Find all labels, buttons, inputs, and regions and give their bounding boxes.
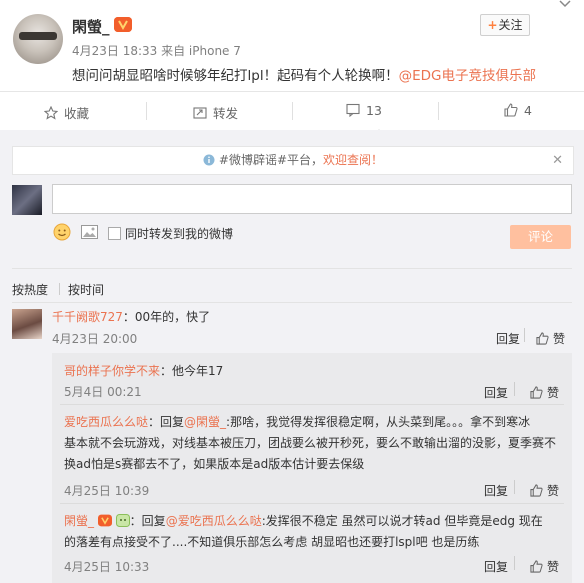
- like-button[interactable]: 赞: [530, 558, 559, 575]
- reply-time: 4月25日 10:33: [64, 560, 150, 574]
- post-meta: 4月23日 18:33 来自 iPhone 7: [72, 44, 241, 58]
- chevron-down-icon[interactable]: [559, 0, 571, 10]
- reply-time: 5月4日 00:21: [64, 385, 142, 399]
- like-label: 赞: [553, 332, 566, 346]
- thumb-up-icon: [530, 484, 543, 497]
- forward-checkbox[interactable]: [108, 227, 121, 240]
- reply-text-line: :那啥，我觉得发挥很稳定啊，从头菜到尾。。。拿不到寒冰: [226, 415, 531, 429]
- like-label: 赞: [547, 386, 560, 400]
- author-name[interactable]: 閑螢_: [72, 16, 110, 37]
- thumb-up-icon: [530, 560, 543, 573]
- emoji-icon[interactable]: [53, 223, 71, 241]
- info-icon: [203, 154, 215, 166]
- notice-bar: #微博辟谣#平台，欢迎查阅！ ✕: [12, 146, 574, 175]
- commenter-name[interactable]: 千千阙歌727: [52, 310, 123, 324]
- notice-welcome-link[interactable]: 欢迎查阅！: [323, 153, 383, 167]
- reply-author[interactable]: 爱吃西瓜么么哒: [64, 415, 148, 429]
- thumb-up-icon: [536, 332, 549, 345]
- submit-comment-button[interactable]: 评论: [510, 225, 571, 249]
- like-button[interactable]: 赞: [530, 482, 559, 499]
- reply-body: 哥的样子你学不来：他今年17: [64, 362, 223, 379]
- reply-text-line: 基本就不会玩游戏，对线基本被压刀，团战要么被开秒死，要么不敢输出溜的没影，夏季赛…: [64, 436, 557, 450]
- reply-text-line: 的落差有点接受不了....不知道俱乐部怎么考虑 胡显昭也还要打lspl吧 也是历…: [64, 535, 480, 549]
- sort-separator: [59, 283, 60, 295]
- favorite-label: 收藏: [64, 106, 90, 121]
- reply-prefix: ：回复: [129, 514, 166, 528]
- comment-time: 4月23日 20:00: [52, 332, 138, 346]
- forward-icon: [193, 107, 207, 119]
- comment-tab-button[interactable]: 13: [346, 103, 382, 118]
- member-badge-icon: [115, 514, 130, 527]
- thumb-up-icon: [504, 103, 518, 117]
- follow-label: 关注: [498, 18, 523, 32]
- post-content: 想问问胡显昭啥时候够年纪打lpl！起码有个人轮换啊！@EDG电子竞技俱乐部: [72, 64, 536, 84]
- reply-text-line: :发挥很不稳定 虽然可以说才转ad 但毕竟是edg 现在: [261, 514, 543, 528]
- star-icon: [44, 106, 58, 120]
- divider: [60, 404, 564, 405]
- forward-checkbox-label: 同时转发到我的微博: [125, 227, 234, 241]
- favorite-button[interactable]: 收藏: [44, 103, 89, 122]
- comment-icon: [346, 103, 360, 117]
- reply-button[interactable]: 回复: [484, 558, 508, 575]
- author-avatar[interactable]: [13, 14, 63, 64]
- divider: [60, 503, 564, 504]
- action-bar: 收藏 转发 13 4: [0, 91, 584, 131]
- image-icon[interactable]: [81, 225, 98, 239]
- thumb-up-icon: [530, 386, 543, 399]
- reply-author[interactable]: 哥的样子你学不来: [64, 364, 160, 378]
- divider: [12, 268, 572, 269]
- divider: [12, 302, 572, 303]
- comment-count: 13: [366, 103, 382, 118]
- plus-icon: +: [487, 18, 498, 32]
- reply-prefix: ：回复: [148, 415, 185, 429]
- like-post-button[interactable]: 4: [504, 103, 532, 118]
- comment-text: ：00年的，快了: [122, 310, 211, 324]
- post-mention-link[interactable]: @EDG电子竞技俱乐部: [399, 68, 536, 84]
- reply-mention-link[interactable]: @閑螢_: [184, 415, 226, 429]
- current-user-avatar: [12, 185, 42, 215]
- like-button[interactable]: 赞: [530, 384, 559, 401]
- reply-text-line: 换ad怕是s赛都去不了，如果版本是ad版本估计要去保级: [64, 457, 365, 471]
- like-label: 赞: [547, 484, 560, 498]
- notice-hashtags[interactable]: #微博辟谣#平台，: [219, 153, 323, 167]
- reply-button[interactable]: 回复: [484, 384, 508, 401]
- reply-time: 4月25日 10:39: [64, 484, 150, 498]
- like-button[interactable]: 赞: [536, 330, 565, 347]
- like-count: 4: [524, 103, 532, 118]
- reply-mention-link[interactable]: @爱吃西瓜么么哒: [166, 514, 262, 528]
- comment-input[interactable]: [52, 184, 572, 214]
- close-icon[interactable]: ✕: [552, 147, 563, 174]
- forward-button[interactable]: 转发: [193, 103, 238, 122]
- commenter-avatar[interactable]: [12, 309, 42, 339]
- reply-body: 閑螢_ ：回复@爱吃西瓜么么哒:发挥很不稳定 虽然可以说才转ad 但毕竟是edg…: [64, 511, 543, 553]
- vip-badge-icon: [97, 514, 112, 527]
- sort-by-time[interactable]: 按时间: [68, 281, 104, 298]
- post-text: 想问问胡显昭啥时候够年纪打lpl！起码有个人轮换啊！: [72, 68, 399, 84]
- comment-body: 千千阙歌727：00年的，快了: [52, 308, 210, 325]
- forward-label: 转发: [213, 106, 239, 121]
- reply-author[interactable]: 閑螢_: [64, 514, 94, 528]
- vip-badge-icon: [114, 17, 132, 32]
- reply-button[interactable]: 回复: [496, 330, 520, 347]
- follow-button[interactable]: +关注: [480, 14, 530, 36]
- reply-button[interactable]: 回复: [484, 482, 508, 499]
- sort-by-hot[interactable]: 按热度: [12, 281, 48, 298]
- like-label: 赞: [547, 560, 560, 574]
- reply-body: 爱吃西瓜么么哒：回复@閑螢_:那啥，我觉得发挥很稳定啊，从头菜到尾。。。拿不到寒…: [64, 412, 556, 475]
- reply-text: ：他今年17: [160, 364, 224, 378]
